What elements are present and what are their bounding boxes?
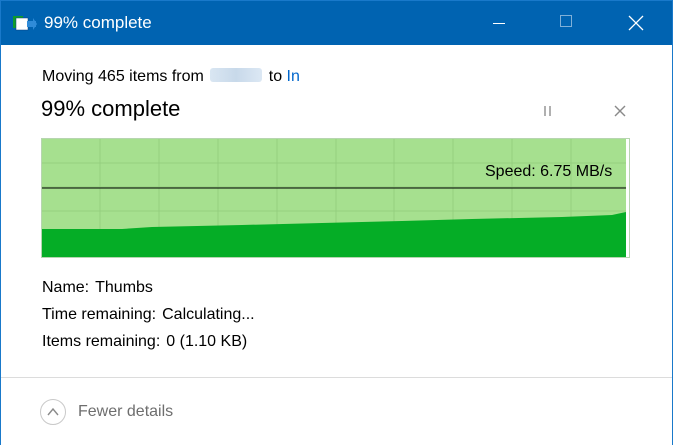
maximize-button[interactable]: [544, 1, 590, 45]
detail-name: Name: Thumbs: [42, 279, 153, 297]
detail-items-value: 0 (1.10 KB): [166, 333, 248, 350]
speed-label: Speed: 6.75 MB/s: [485, 163, 613, 180]
moving-prefix: Moving 465 items from: [42, 68, 204, 85]
file-copy-dialog: 99% complete Moving 465 items from to In…: [0, 0, 673, 446]
detail-time-label: Time remaining:: [42, 306, 157, 323]
detail-name-label: Name:: [42, 279, 90, 296]
title-bar[interactable]: 99% complete: [1, 1, 672, 45]
source-folder-link[interactable]: [210, 68, 263, 82]
close-icon: [614, 105, 626, 117]
detail-items-label: Items remaining:: [42, 333, 161, 350]
pause-button[interactable]: [537, 101, 557, 121]
transfer-progress-area: [42, 212, 626, 257]
chevron-up-icon: [40, 399, 66, 425]
dialog-footer: Fewer details: [1, 377, 672, 446]
speed-graph-canvas: [42, 139, 629, 257]
to-word: to: [268, 68, 283, 85]
cancel-button[interactable]: [610, 101, 630, 121]
file-copy-icon: [13, 15, 37, 31]
close-button[interactable]: [613, 1, 659, 45]
detail-time-value: Calculating...: [162, 306, 255, 323]
window-title: 99% complete: [44, 13, 152, 32]
detail-items-remaining: Items remaining: 0 (1.10 KB): [42, 333, 247, 351]
operation-description: Moving 465 items from to In: [42, 68, 300, 86]
detail-name-value: Thumbs: [95, 279, 153, 296]
detail-time-remaining: Time remaining: Calculating...: [42, 306, 255, 324]
fewer-details-label: Fewer details: [78, 403, 174, 420]
minimize-button[interactable]: [476, 1, 522, 45]
close-icon: [628, 15, 644, 31]
transfer-speed-graph: [41, 138, 630, 258]
progress-heading: 99% complete: [41, 96, 181, 121]
destination-folder-link[interactable]: In: [287, 68, 300, 85]
